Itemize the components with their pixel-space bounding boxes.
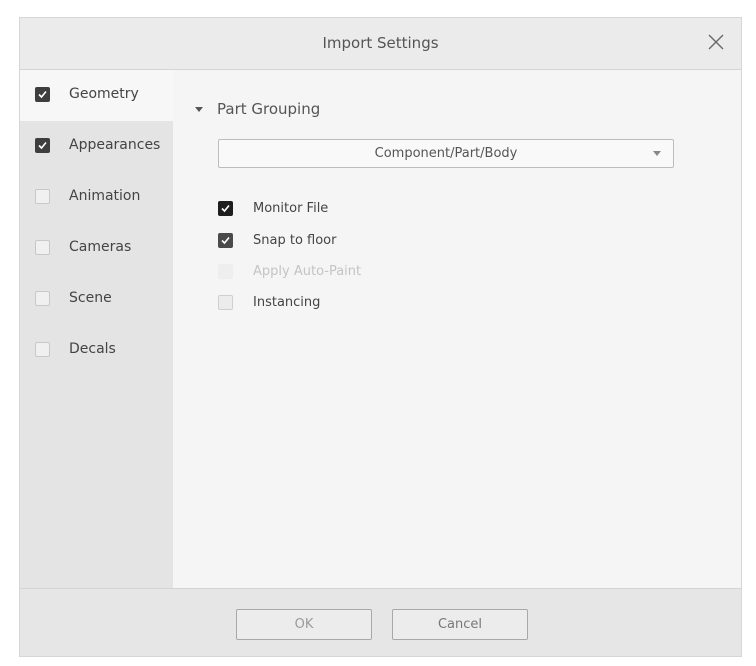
decals-checkbox[interactable] — [35, 342, 50, 357]
dropdown-value: Component/Part/Body — [374, 146, 518, 161]
sidebar-item-label: Decals — [69, 341, 116, 357]
instancing-option[interactable]: Instancing — [218, 292, 320, 312]
collapse-caret-icon — [195, 106, 203, 112]
option-label: Snap to floor — [253, 232, 337, 248]
option-label: Apply Auto-Paint — [253, 263, 362, 279]
checkmark-icon — [221, 236, 230, 244]
sidebar-item-label: Geometry — [69, 86, 139, 102]
option-label: Monitor File — [253, 200, 329, 216]
appearances-checkbox[interactable] — [35, 138, 50, 153]
part-grouping-select[interactable]: Component/Part/Body — [218, 139, 674, 168]
animation-checkbox[interactable] — [35, 189, 50, 204]
cameras-checkbox[interactable] — [35, 240, 50, 255]
scene-checkbox[interactable] — [35, 291, 50, 306]
dialog-title: Import Settings — [322, 34, 439, 52]
chevron-down-icon — [653, 151, 661, 156]
sidebar: Geometry Appearances Animation Cameras S… — [20, 70, 173, 588]
settings-panel: Part Grouping Component/Part/Body Monito… — [173, 70, 741, 588]
cancel-button[interactable]: Cancel — [392, 609, 528, 640]
checkmark-icon — [38, 141, 47, 150]
ok-button[interactable]: OK — [236, 609, 372, 640]
snap-to-floor-option[interactable]: Snap to floor — [218, 230, 336, 250]
close-icon — [708, 34, 724, 50]
option-label: Instancing — [253, 294, 321, 310]
dialog-footer: OK Cancel — [20, 588, 741, 656]
checkmark-icon — [38, 90, 47, 99]
snap-to-floor-checkbox[interactable] — [218, 232, 233, 248]
sidebar-item-cameras[interactable]: Cameras — [20, 223, 173, 274]
instancing-checkbox[interactable] — [218, 294, 233, 310]
import-settings-dialog: Import Settings Geometry Appearances Ani… — [19, 17, 742, 657]
sidebar-item-label: Cameras — [69, 239, 132, 255]
section-title: Part Grouping — [217, 100, 321, 118]
sidebar-item-appearances[interactable]: Appearances — [20, 121, 173, 172]
monitor-file-checkbox[interactable] — [218, 200, 233, 216]
sidebar-item-geometry[interactable]: Geometry — [20, 70, 173, 121]
sidebar-item-scene[interactable]: Scene — [20, 274, 173, 325]
geometry-checkbox[interactable] — [35, 87, 50, 102]
checkmark-icon — [221, 204, 230, 212]
monitor-file-option[interactable]: Monitor File — [218, 198, 328, 218]
sidebar-item-animation[interactable]: Animation — [20, 172, 173, 223]
close-button[interactable] — [703, 29, 729, 55]
sidebar-item-label: Appearances — [69, 137, 161, 153]
sidebar-item-decals[interactable]: Decals — [20, 325, 173, 376]
sidebar-item-label: Animation — [69, 188, 141, 204]
title-bar: Import Settings — [20, 18, 741, 70]
part-grouping-header[interactable]: Part Grouping — [195, 100, 320, 118]
sidebar-item-label: Scene — [69, 290, 112, 306]
apply-auto-paint-option: Apply Auto-Paint — [218, 261, 361, 281]
apply-auto-paint-checkbox — [218, 263, 233, 279]
